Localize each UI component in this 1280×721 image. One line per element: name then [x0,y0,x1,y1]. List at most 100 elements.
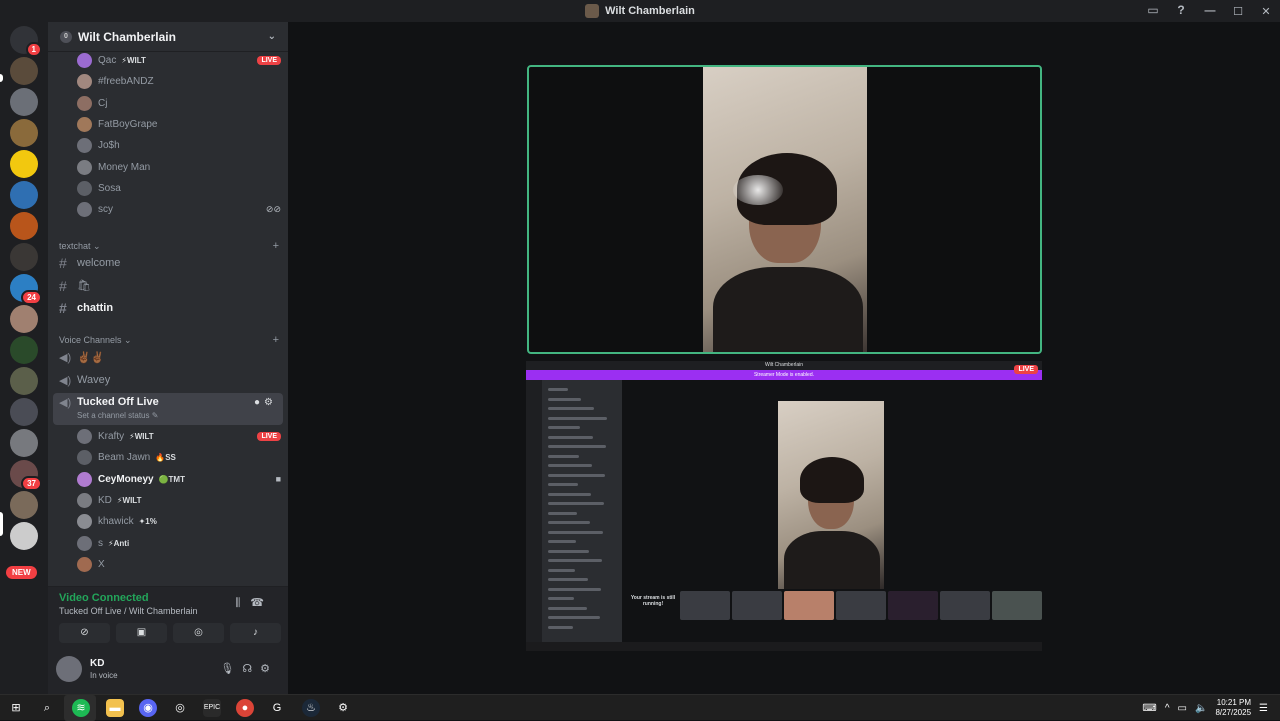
server-icon-server-9[interactable]: 24 [10,274,42,305]
server-icon-home[interactable]: 1 [10,26,42,57]
app-icon[interactable]: G [268,699,286,717]
category-voice[interactable]: Voice Channels ⌄ + [59,334,279,346]
member-item[interactable]: FatBoyGrape [77,114,281,135]
voice-channel-tucked-off-live[interactable]: ◀) Tucked Off Live Set a channel status … [53,393,283,425]
screen-share-button[interactable]: ▣ [116,623,167,643]
stream-window-title: Wilt Chamberlain [526,361,1042,370]
unread-badge: 24 [21,290,42,305]
server-icon-server-2[interactable] [10,57,38,85]
network-icon[interactable]: ▭ [1178,703,1187,714]
discord-icon[interactable]: ◉ [139,699,157,717]
clock[interactable]: 10:21 PM 8/27/2025 [1215,698,1251,718]
member-item[interactable]: Money Man [77,157,281,178]
start-icon[interactable]: ⊞ [7,699,25,717]
avatar [77,450,92,466]
member-name: CeyMoneyy [98,473,154,485]
add-channel-icon[interactable]: + [273,240,279,252]
member-item[interactable]: Cj [77,93,281,114]
speaker-icon: ◀) [59,374,72,387]
member-item[interactable]: scy ⊘⊘ [77,199,281,220]
member-item[interactable]: Jo$h [77,135,281,156]
member-item[interactable]: Qac ⚡WILT LIVE [77,50,281,71]
add-voice-channel-icon[interactable]: + [273,334,279,346]
server-icon-server-5[interactable] [10,150,38,178]
server-icon-server-6[interactable] [10,181,38,209]
member-item[interactable]: #freebANDZ [77,71,281,92]
voice-channel-item[interactable]: ◀) Wavey [59,369,283,391]
close-button[interactable]: ✕ [1252,5,1280,18]
file-explorer-icon[interactable]: ▬ [106,699,124,717]
new-badge: NEW [6,566,37,579]
unread-pill [0,74,3,82]
text-channel-item[interactable]: # 🛍 [59,275,283,297]
activity-button[interactable]: ◎ [173,623,224,643]
server-avatar-icon [585,4,600,18]
voice-channel-item[interactable]: ◀) ✌🏾✌🏾 [59,346,283,368]
channel-status[interactable]: Set a channel status ✎ [77,411,158,420]
voice-member-item[interactable]: Beam Jawn 🔥SS [77,447,281,468]
search-icon[interactable]: ⌕ [38,699,56,717]
minimize-button[interactable]: — [1196,5,1224,17]
member-name: Qac [98,55,117,66]
chrome-icon[interactable]: ● [236,699,254,717]
voice-member-item[interactable]: KD ⚡WILT [77,490,281,511]
keyboard-icon[interactable]: ⌨ [1142,703,1156,714]
text-channel-item[interactable]: # welcome [59,252,283,274]
server-icon-server-3[interactable] [10,88,38,116]
epic-games-icon[interactable]: EPIC [203,699,221,717]
soundboard-button[interactable]: ♪ [230,623,281,643]
server-icon-server-14[interactable] [10,429,38,457]
camera-feed [703,67,867,352]
member-name: Money Man [98,161,151,173]
server-icon-server-16[interactable] [10,491,38,519]
headphones-icon[interactable]: ☊ [242,663,260,675]
channel-actions[interactable]: ●⚙ [254,397,277,408]
server-icon-server-11[interactable] [10,336,38,364]
settings-icon[interactable]: ⚙ [334,699,352,717]
voice-member-item[interactable]: X [77,554,281,575]
notification-icon[interactable]: ☰ [1259,703,1268,714]
camera-off-button[interactable]: ⊘ [59,623,110,643]
settings-gear-icon[interactable]: ⚙ [260,663,278,675]
user-avatar[interactable] [56,656,82,682]
maximize-button[interactable]: ☐ [1224,5,1252,18]
voice-location[interactable]: Tucked Off Live / Wilt Chamberlain [59,606,198,616]
text-channel-item[interactable]: # chattin [59,297,283,319]
member-name: X [98,558,105,570]
chevron-up-icon[interactable]: ^ [1165,703,1170,714]
server-icon-server-13[interactable] [10,398,38,426]
camera-tile[interactable] [527,65,1042,354]
server-icon-server-4[interactable] [10,119,38,147]
obs-icon[interactable]: ◎ [171,699,189,717]
volume-icon[interactable]: 🔈 [1195,703,1207,714]
steam-icon[interactable]: ♨ [302,699,320,717]
muted-icon: ⊘⊘ [265,204,281,215]
screen-share-tile[interactable]: Wilt Chamberlain Streamer Mode is enable… [526,361,1042,651]
server-icon-server-8[interactable] [10,243,38,271]
server-icon-server-17[interactable] [10,522,38,550]
spotify-icon[interactable]: ≋ [72,699,90,717]
help-icon[interactable]: ? [1174,3,1188,17]
voice-member-item[interactable]: CeyMoneyy 🟢TMT ■ [77,469,281,490]
category-textchat[interactable]: textchat ⌄ + [59,240,279,252]
voice-member-item[interactable]: khawick ✦1% [77,511,281,532]
avatar [77,138,92,154]
disconnect-icon[interactable]: ☎ [250,597,274,609]
member-tag: ⚡Anti [108,538,130,548]
server-icon-server-12[interactable] [10,367,38,395]
guild-header[interactable]: 0 Wilt Chamberlain ⌄ [48,22,288,52]
noise-suppression-icon[interactable]: ⫼ [235,597,250,609]
windows-taskbar: ⊞ ⌕ ≋ ▬ ◉ ◎ EPIC ● G ♨ ⚙ ⌨ ^ ▭ 🔈 10:21 P… [0,694,1280,721]
microphone-icon[interactable]: 🎙 [220,663,242,675]
server-icon-server-15[interactable]: 37 [10,460,42,491]
inbox-icon[interactable]: ▭ [1146,3,1160,17]
voice-member-item[interactable]: s ⚡Anti [77,533,281,554]
chevron-down-icon: ⌄ [267,31,276,42]
avatar [77,180,92,196]
voice-status[interactable]: Video Connected [59,592,149,604]
server-icon-server-7[interactable] [10,212,38,240]
member-name: KD [98,494,112,506]
voice-member-item[interactable]: Krafty ⚡WILT LIVE [77,426,281,447]
member-item[interactable]: Sosa [77,178,281,199]
server-icon-server-10[interactable] [10,305,38,333]
